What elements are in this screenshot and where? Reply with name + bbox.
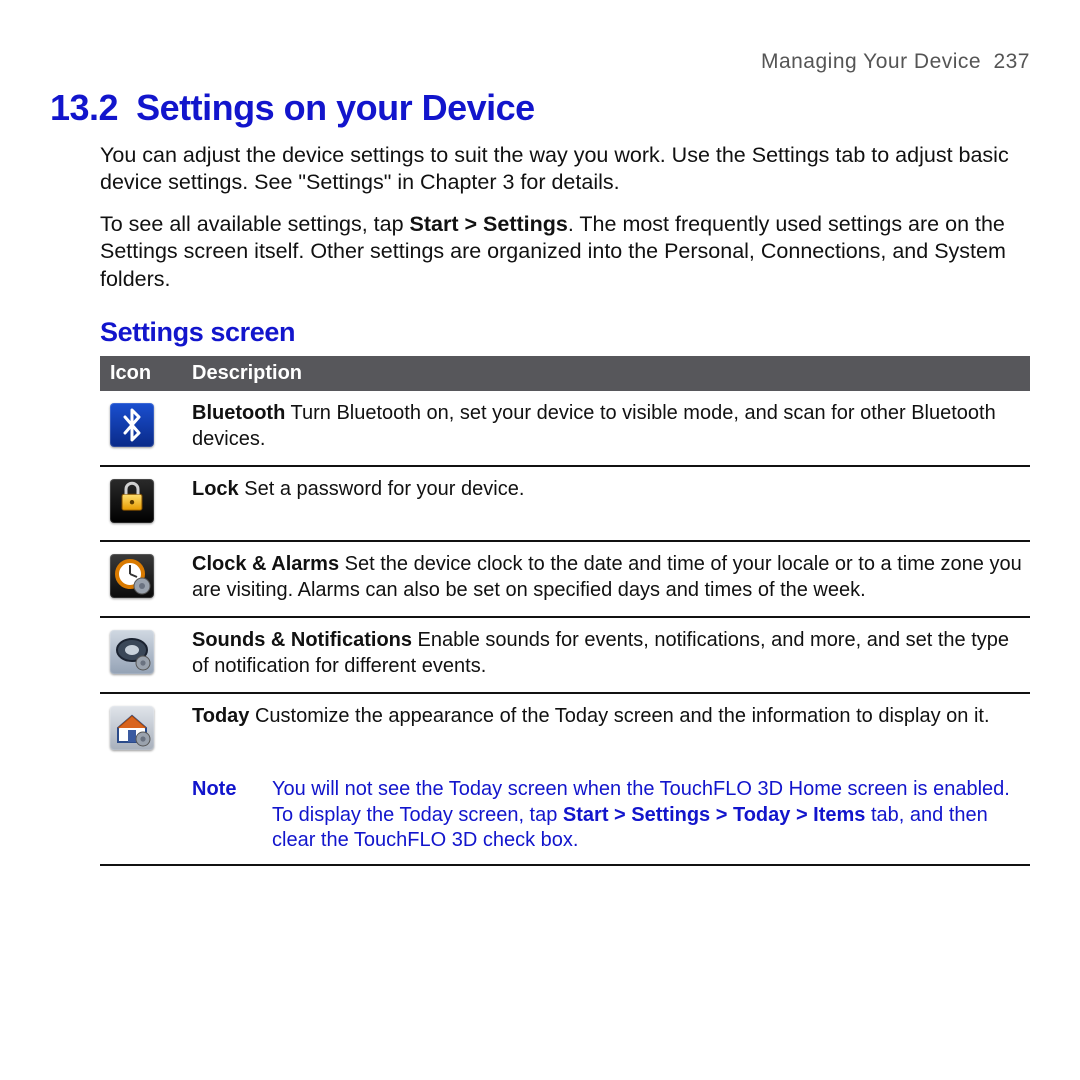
row-title: Today bbox=[192, 705, 249, 727]
row-title: Lock bbox=[192, 478, 239, 500]
intro-paragraphs: You can adjust the device settings to su… bbox=[100, 142, 1030, 294]
note-body: You will not see the Today screen when t… bbox=[272, 777, 1022, 854]
row-title: Sounds & Notifications bbox=[192, 629, 412, 651]
running-head-title: Managing Your Device bbox=[761, 50, 981, 73]
lock-icon bbox=[110, 479, 154, 523]
intro-p2: To see all available settings, tap Start… bbox=[100, 211, 1030, 294]
start-settings-path: Start > Settings bbox=[410, 212, 568, 236]
row-desc: Turn Bluetooth on, set your device to vi… bbox=[192, 402, 996, 450]
manual-page: Managing Your Device 237 13.2 Settings on… bbox=[0, 0, 1080, 1080]
section-number: 13.2 bbox=[50, 87, 118, 128]
col-header-icon: Icon bbox=[100, 356, 182, 391]
intro-p1: You can adjust the device settings to su… bbox=[100, 142, 1030, 197]
table-row: Lock Set a password for your device. bbox=[100, 466, 1030, 542]
today-icon bbox=[110, 706, 154, 750]
note-path: Start > Settings > Today > Items bbox=[563, 804, 866, 826]
row-desc: Customize the appearance of the Today sc… bbox=[249, 705, 989, 727]
table-row: Today Customize the appearance of the To… bbox=[100, 693, 1030, 768]
section-heading-text: Settings on your Device bbox=[136, 87, 535, 128]
sounds-notifications-icon bbox=[110, 630, 154, 674]
section-title: 13.2 Settings on your Device bbox=[50, 88, 1030, 128]
settings-table: Icon Description Bluetooth Turn Bluetoot… bbox=[100, 356, 1030, 866]
running-head-page: 237 bbox=[993, 50, 1030, 73]
col-header-description: Description bbox=[182, 356, 1030, 391]
table-row: Clock & Alarms Set the device clock to t… bbox=[100, 541, 1030, 617]
row-desc: Set a password for your device. bbox=[239, 478, 525, 500]
note-label: Note bbox=[192, 777, 270, 854]
row-title: Clock & Alarms bbox=[192, 553, 339, 575]
table-row: Sounds & Notifications Enable sounds for… bbox=[100, 617, 1030, 693]
note-row: Note You will not see the Today screen w… bbox=[100, 767, 1030, 865]
bluetooth-icon bbox=[110, 403, 154, 447]
settings-screen-subhead: Settings screen bbox=[100, 317, 1030, 348]
table-row: Bluetooth Turn Bluetooth on, set your de… bbox=[100, 391, 1030, 466]
running-head: Managing Your Device 237 bbox=[50, 50, 1030, 74]
row-title: Bluetooth bbox=[192, 402, 285, 424]
clock-alarms-icon bbox=[110, 554, 154, 598]
